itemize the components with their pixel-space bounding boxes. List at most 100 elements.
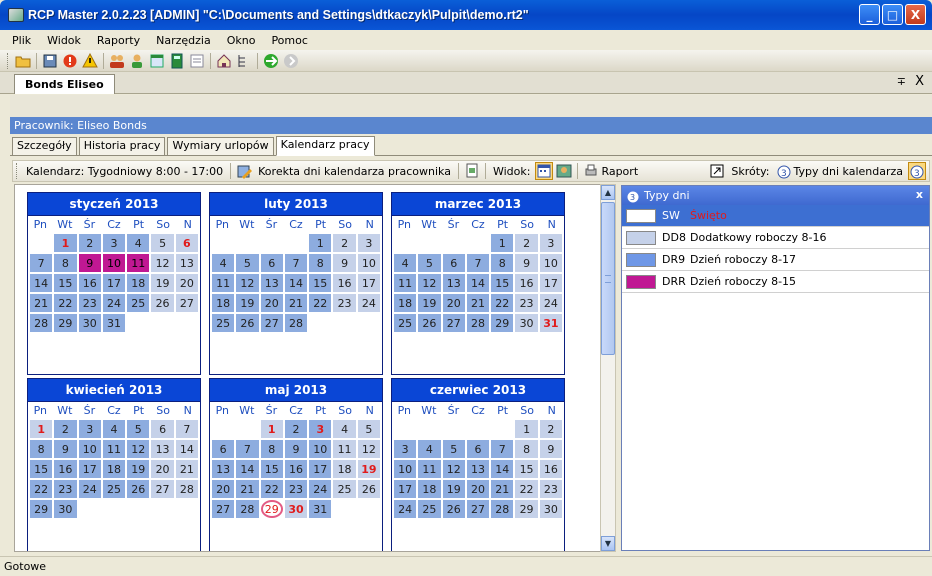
day-cell[interactable]: 13 — [466, 460, 490, 478]
day-cell[interactable]: 18 — [333, 460, 356, 478]
day-cell[interactable]: 24 — [357, 294, 380, 312]
back-icon[interactable] — [282, 52, 300, 70]
day-cell[interactable]: 15 — [515, 460, 538, 478]
tab-bonds-eliseo[interactable]: Bonds Eliseo — [14, 74, 115, 94]
day-cell[interactable]: 22 — [54, 294, 77, 312]
close-tab-icon[interactable]: X — [915, 74, 924, 89]
day-cell[interactable]: 20 — [466, 480, 490, 498]
tab-kalendarz-pracy[interactable]: Kalendarz pracy — [275, 136, 375, 156]
maximize-button[interactable]: □ — [882, 4, 903, 25]
day-cell[interactable]: 26 — [418, 314, 441, 332]
day-cell[interactable]: 18 — [102, 460, 126, 478]
home-icon[interactable] — [215, 52, 233, 70]
day-cell[interactable]: 5 — [236, 254, 259, 272]
day-cell[interactable]: 20 — [442, 294, 465, 312]
day-cell[interactable]: 2 — [54, 420, 77, 438]
day-cell[interactable]: 4 — [418, 440, 441, 458]
day-cell[interactable]: 18 — [127, 274, 150, 292]
day-cell[interactable]: 13 — [175, 254, 198, 272]
day-cell[interactable]: 15 — [309, 274, 332, 292]
day-cell[interactable]: 15 — [260, 460, 283, 478]
forward-icon[interactable] — [262, 52, 280, 70]
day-cell[interactable]: 31 — [309, 500, 332, 518]
report-button[interactable]: Raport — [601, 165, 638, 178]
day-cell[interactable]: 14 — [175, 440, 198, 458]
day-cell[interactable]: 17 — [309, 460, 332, 478]
folder-open-icon[interactable] — [14, 52, 32, 70]
day-cell[interactable]: 20 — [175, 274, 198, 292]
toolbar-grip[interactable] — [7, 52, 10, 69]
day-cell[interactable]: 19 — [151, 274, 174, 292]
day-cell[interactable]: 29 — [54, 314, 77, 332]
day-cell[interactable]: 16 — [78, 274, 101, 292]
day-cell[interactable]: 2 — [284, 420, 308, 438]
day-type-row[interactable]: SW Święto — [622, 205, 929, 227]
day-cell[interactable]: 22 — [260, 480, 283, 498]
day-cell[interactable]: 7 — [466, 254, 490, 272]
close-panel-icon[interactable]: x — [916, 188, 923, 201]
day-cell[interactable]: 10 — [78, 440, 101, 458]
day-cell[interactable]: 8 — [260, 440, 283, 458]
day-cell[interactable]: 31 — [539, 314, 562, 332]
day-cell[interactable]: 29 — [491, 314, 514, 332]
day-cell[interactable]: 17 — [539, 274, 562, 292]
day-cell[interactable]: 2 — [539, 420, 562, 438]
correction-icon[interactable] — [235, 162, 253, 180]
day-cell[interactable]: 26 — [151, 294, 174, 312]
day-cell[interactable]: 19 — [127, 460, 150, 478]
day-cell[interactable]: 28 — [236, 500, 259, 518]
day-cell[interactable]: 20 — [151, 460, 174, 478]
day-cell[interactable]: 13 — [151, 440, 174, 458]
day-cell[interactable]: 21 — [30, 294, 53, 312]
day-cell[interactable]: 30 — [78, 314, 101, 332]
day-cell[interactable]: 8 — [30, 440, 53, 458]
day-cell[interactable]: 18 — [212, 294, 235, 312]
day-cell[interactable]: 7 — [30, 254, 53, 272]
day-types-toggle-icon[interactable]: 3 — [908, 162, 926, 180]
day-cell[interactable]: 28 — [30, 314, 53, 332]
day-cell[interactable]: 10 — [357, 254, 380, 272]
day-cell[interactable]: 12 — [236, 274, 259, 292]
employee-view-icon[interactable] — [555, 162, 573, 180]
day-cell[interactable]: 28 — [491, 500, 514, 518]
day-cell[interactable]: 25 — [212, 314, 235, 332]
day-cell[interactable]: 1 — [260, 420, 283, 438]
day-cell[interactable]: 26 — [236, 314, 259, 332]
day-cell[interactable]: 17 — [102, 274, 126, 292]
day-cell[interactable]: 14 — [491, 460, 514, 478]
day-cell[interactable]: 13 — [212, 460, 235, 478]
day-cell[interactable]: 18 — [418, 480, 441, 498]
day-cell[interactable]: 28 — [175, 480, 198, 498]
day-cell[interactable]: 23 — [54, 480, 77, 498]
day-cell[interactable]: 16 — [539, 460, 562, 478]
close-button[interactable]: X — [905, 4, 926, 25]
tree-icon[interactable] — [235, 52, 253, 70]
day-cell[interactable]: 24 — [78, 480, 101, 498]
day-cell[interactable]: 5 — [151, 234, 174, 252]
day-cell[interactable]: 11 — [394, 274, 417, 292]
day-cell[interactable]: 22 — [30, 480, 53, 498]
day-cell[interactable]: 26 — [127, 480, 150, 498]
day-cell[interactable]: 11 — [418, 460, 441, 478]
menu-raporty[interactable]: Raporty — [89, 34, 148, 47]
day-cell[interactable]: 23 — [333, 294, 356, 312]
day-cell[interactable]: 3 — [539, 234, 562, 252]
list-icon[interactable] — [188, 52, 206, 70]
day-cell[interactable]: 15 — [491, 274, 514, 292]
day-cell[interactable]: 13 — [260, 274, 283, 292]
day-cell[interactable]: 27 — [212, 500, 235, 518]
day-cell[interactable]: 1 — [309, 234, 332, 252]
day-cell[interactable]: 31 — [102, 314, 126, 332]
day-cell[interactable]: 28 — [284, 314, 308, 332]
menu-plik[interactable]: Plik — [4, 34, 39, 47]
day-cell[interactable]: 27 — [466, 500, 490, 518]
day-cell[interactable]: 12 — [357, 440, 380, 458]
day-cell[interactable]: 11 — [102, 440, 126, 458]
day-type-row[interactable]: DR9 Dzień roboczy 8-17 — [622, 249, 929, 271]
day-cell[interactable]: 22 — [309, 294, 332, 312]
save-icon[interactable] — [41, 52, 59, 70]
scroll-thumb[interactable] — [601, 202, 615, 355]
day-cell[interactable]: 5 — [127, 420, 150, 438]
day-cell[interactable]: 17 — [394, 480, 417, 498]
day-cell[interactable]: 30 — [515, 314, 538, 332]
